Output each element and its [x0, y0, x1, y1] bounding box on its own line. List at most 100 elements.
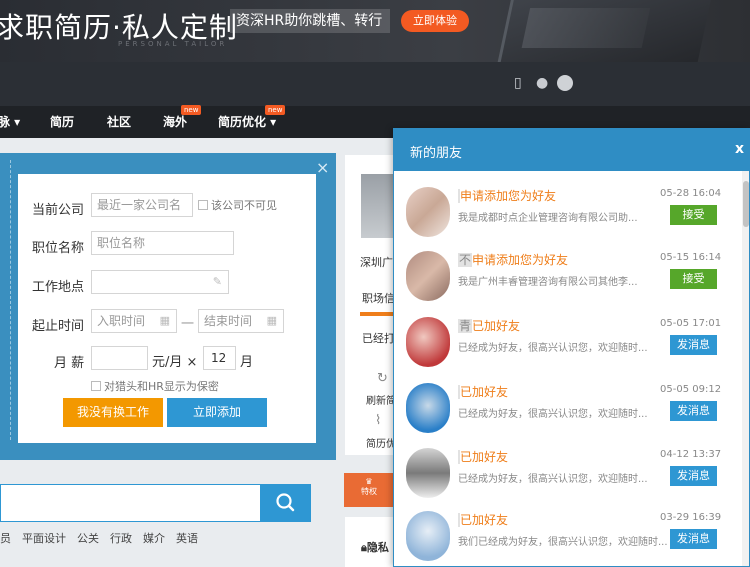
location-label: 工作地点 [32, 280, 85, 295]
nav-item-network[interactable]: 脉 ▾ [0, 106, 20, 138]
nav-item-resume-optimize[interactable]: 简历优化 ▾ new [218, 105, 286, 138]
friend-action: 申请添加您为好友 [460, 189, 557, 203]
tag[interactable]: 公关 [77, 532, 99, 545]
nav-item-label: 简历优化 ▾ [218, 115, 277, 129]
progress-bar [360, 312, 394, 316]
friend-item: 不申请添加您为好友 我是广州丰睿管理咨询有限公司其他李... 05-15 16:… [394, 247, 742, 312]
search-tags: 员平面设计 公关 行政 媒介 英语 [0, 530, 209, 546]
friend-avatar[interactable] [406, 511, 450, 561]
scrollbar-thumb[interactable] [743, 181, 749, 227]
resume-optimize-label[interactable]: 简历优 [366, 435, 396, 450]
friend-time: 05-05 09:12 [660, 384, 722, 395]
salary-months-input[interactable]: 12 [203, 346, 236, 370]
refresh-resume-label[interactable]: 刷新简 [366, 392, 396, 407]
vip-badge[interactable]: ♛ 特权 [344, 473, 394, 507]
chart-icon[interactable]: ⌇ [375, 413, 381, 428]
friend-action: 已加好友 [472, 319, 521, 333]
friend-item: 已加好友 我们已经成为好友，很高兴认识您，欢迎随时... 03-29 16:39… [394, 507, 742, 566]
nav-item-resume[interactable]: 简历 [50, 106, 74, 138]
popup-title: 新的朋友 [410, 146, 463, 161]
accept-button[interactable]: 接受 [670, 269, 717, 289]
divider [10, 160, 11, 440]
friend-avatar[interactable] [406, 187, 450, 237]
tag[interactable]: 英语 [176, 532, 198, 545]
close-icon[interactable]: x [735, 141, 744, 157]
period-label: 起止时间 [32, 319, 85, 334]
profile-city: 深圳广 [360, 256, 393, 269]
promo-banner: 求职简历·私人定制 PERSONAL TAILOR 资深HR助你跳槽、转行 立即… [0, 0, 750, 62]
confidential-checkbox[interactable]: 对猎头和HR显示为保密 [91, 378, 219, 394]
send-message-button[interactable]: 发消息 [670, 335, 717, 355]
profile-avatar [361, 174, 395, 238]
scrollbar[interactable] [742, 171, 749, 566]
mobile-icon[interactable]: ▯ [514, 76, 522, 90]
profile-career-tab[interactable]: 职场信 [362, 290, 395, 306]
nav-item-label: 海外 [163, 115, 188, 129]
tag[interactable]: 员 [0, 532, 11, 545]
banner-cta-button[interactable]: 立即体验 [401, 10, 469, 32]
add-now-button[interactable]: 立即添加 [167, 398, 267, 427]
company-input[interactable]: 最近一家公司名 [91, 193, 193, 217]
period-separator: 一 [181, 317, 195, 332]
location-input[interactable]: ✎ [91, 270, 229, 294]
new-badge: new [181, 105, 202, 115]
search-input[interactable] [0, 484, 260, 522]
friend-avatar[interactable] [406, 448, 450, 498]
nav-item-overseas[interactable]: 海外 new [163, 105, 202, 138]
position-input[interactable]: 职位名称 [91, 231, 234, 255]
friend-name-text: 不 [458, 253, 473, 267]
salary-label: 月 薪 [54, 356, 85, 371]
checkbox[interactable] [91, 381, 101, 391]
friend-item: 已加好友 已经成为好友，很高兴认识您，欢迎随时... 05-05 09:12 发… [394, 379, 742, 444]
friend-avatar[interactable] [406, 251, 450, 301]
tag[interactable]: 行政 [110, 532, 132, 545]
end-date-input[interactable]: 结束时间 ▦ [198, 309, 284, 333]
friend-message: 已经成为好友，很高兴认识您，欢迎随时... [458, 343, 648, 354]
friend-item: 申请添加您为好友 我是成都时点企业管理咨询有限公司助... 05-28 16:0… [394, 183, 742, 248]
friend-name: 已加好友 [458, 383, 508, 400]
tag[interactable]: 媒介 [143, 532, 165, 545]
friend-action: 申请添加您为好友 [472, 253, 569, 267]
friend-name: 青已加好友 [458, 317, 520, 334]
nav-item-community[interactable]: 社区 [107, 106, 131, 138]
company-hidden-checkbox[interactable]: 该公司不可见 [198, 197, 277, 213]
friend-action: 已加好友 [460, 385, 509, 399]
friend-item: 青已加好友 已经成为好友，很高兴认识您，欢迎随时... 05-05 17:01 … [394, 313, 742, 378]
friend-item: 已加好友 已经成为好友，很高兴认识您，欢迎随时... 04-12 13:37 发… [394, 444, 742, 509]
salary-input[interactable] [91, 346, 148, 370]
friend-action: 已加好友 [460, 513, 509, 527]
friend-name: 已加好友 [458, 511, 508, 528]
friend-time: 04-12 13:37 [660, 449, 722, 460]
edit-icon: ✎ [212, 275, 222, 288]
end-date-placeholder: 结束时间 [204, 314, 253, 328]
friend-avatar[interactable] [406, 317, 450, 367]
avatar-icon[interactable] [557, 75, 573, 91]
nav-item-label: 社区 [107, 115, 132, 129]
calendar-icon: ▦ [159, 314, 170, 327]
search-button[interactable] [260, 484, 311, 522]
send-message-button[interactable]: 发消息 [670, 466, 717, 486]
friend-avatar[interactable] [406, 383, 450, 433]
accept-button[interactable]: 接受 [670, 205, 717, 225]
send-message-button[interactable]: 发消息 [670, 529, 717, 549]
new-badge: new [265, 105, 286, 115]
no-job-change-button[interactable]: 我没有换工作 [63, 398, 163, 427]
new-friends-popup: 新的朋友 x 申请添加您为好友 我是成都时点企业管理咨询有限公司助... 05-… [393, 128, 750, 567]
checkbox[interactable] [198, 200, 208, 210]
start-date-input[interactable]: 入职时间 ▦ [91, 309, 177, 333]
start-date-placeholder: 入职时间 [97, 314, 146, 328]
refresh-icon[interactable]: ↻ [377, 371, 388, 386]
privacy-label[interactable]: 🔒︎隐私 [361, 539, 389, 555]
top-bar: ▯ ● [0, 62, 750, 106]
friend-time: 05-15 16:14 [660, 252, 722, 263]
checkbox-label: 对猎头和HR显示为保密 [104, 380, 219, 393]
tag[interactable]: 平面设计 [22, 532, 66, 545]
friend-message: 我是广州丰睿管理咨询有限公司其他李... [458, 277, 638, 288]
friend-message: 我是成都时点企业管理咨询有限公司助... [458, 213, 638, 224]
user-icon[interactable]: ● [536, 76, 548, 90]
send-message-button[interactable]: 发消息 [670, 401, 717, 421]
close-icon[interactable]: × [316, 160, 329, 176]
nav-item-label: 脉 ▾ [0, 115, 21, 129]
friend-name-text: 青 [458, 319, 473, 333]
checkbox-label: 该公司不可见 [211, 199, 277, 212]
